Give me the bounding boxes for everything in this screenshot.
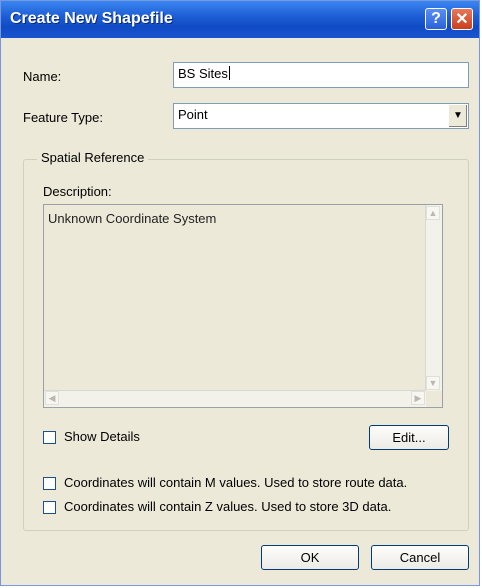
name-input[interactable]: BS Sites [173, 62, 469, 88]
m-values-label: Coordinates will contain M values. Used … [64, 475, 408, 490]
z-values-label: Coordinates will contain Z values. Used … [64, 499, 392, 514]
ok-button-label: OK [300, 550, 320, 565]
spatial-reference-legend: Spatial Reference [37, 150, 149, 165]
create-shapefile-dialog: Create New Shapefile ? ✕ Name: BS Sites … [0, 0, 480, 586]
edit-button[interactable]: Edit... [369, 425, 449, 450]
show-details-label: Show Details [64, 429, 140, 444]
feature-type-value: Point [178, 107, 208, 122]
scroll-corner [426, 391, 442, 407]
text-caret [228, 66, 230, 80]
ok-button[interactable]: OK [261, 545, 359, 570]
description-text: Unknown Coordinate System [48, 211, 217, 226]
help-button[interactable]: ? [425, 8, 447, 30]
horizontal-scrollbar[interactable]: ◀ ▶ [44, 390, 426, 407]
cancel-button[interactable]: Cancel [371, 545, 469, 570]
vertical-scrollbar[interactable]: ▲ ▼ [425, 205, 442, 391]
close-button[interactable]: ✕ [451, 8, 473, 30]
m-values-checkbox[interactable] [43, 477, 56, 490]
arrow-down-icon[interactable]: ▼ [426, 376, 440, 390]
title-bar[interactable]: Create New Shapefile ? ✕ [1, 1, 479, 38]
help-icon: ? [431, 10, 441, 27]
name-value: BS Sites [178, 66, 228, 81]
arrow-right-icon[interactable]: ▶ [411, 391, 425, 405]
edit-button-label: Edit... [392, 430, 426, 445]
description-box[interactable]: Unknown Coordinate System ▲ ▼ ◀ ▶ [43, 204, 443, 408]
feature-type-dropdown[interactable]: Point ▼ [173, 103, 469, 129]
arrow-left-icon[interactable]: ◀ [45, 391, 59, 405]
cancel-button-label: Cancel [399, 550, 441, 565]
dialog-title: Create New Shapefile [10, 10, 173, 27]
arrow-up-icon[interactable]: ▲ [426, 206, 440, 220]
name-label: Name: [23, 69, 62, 84]
close-icon: ✕ [455, 11, 469, 28]
description-label: Description: [43, 184, 112, 199]
feature-type-label: Feature Type: [23, 110, 103, 125]
show-details-checkbox[interactable] [43, 431, 56, 444]
z-values-checkbox[interactable] [43, 501, 56, 514]
chevron-down-icon[interactable]: ▼ [448, 105, 467, 127]
